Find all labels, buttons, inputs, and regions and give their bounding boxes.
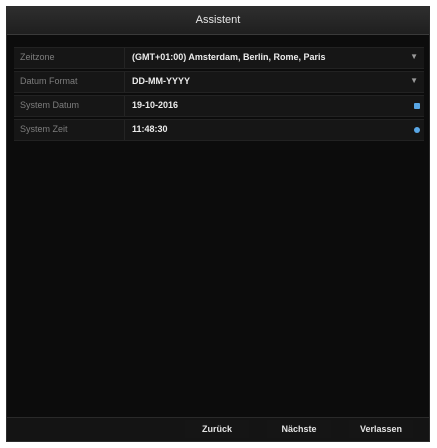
date-format-row[interactable]: Datum Format DD-MM-YYYY ▼ [14,71,424,93]
timezone-select[interactable]: (GMT+01:00) Amsterdam, Berlin, Rome, Par… [132,52,325,62]
timezone-label: Zeitzone [20,52,55,62]
timezone-row[interactable]: Zeitzone (GMT+01:00) Amsterdam, Berlin, … [14,47,424,69]
title-bar: Assistent [7,7,429,35]
system-time-field[interactable]: 11:48:30 [132,124,168,134]
exit-button[interactable]: Verlassen [349,420,413,438]
calendar-icon[interactable] [414,103,420,109]
system-date-row[interactable]: System Datum 19-10-2016 [14,95,424,117]
date-format-label: Datum Format [20,76,78,86]
row-divider [124,120,125,140]
chevron-down-icon[interactable]: ▼ [410,52,418,61]
system-time-label: System Zeit [20,124,68,134]
row-divider [124,48,125,68]
system-time-row[interactable]: System Zeit 11:48:30 [14,119,424,141]
system-date-field[interactable]: 19-10-2016 [132,100,178,110]
next-button[interactable]: Nächste [267,420,331,438]
settings-form: Zeitzone (GMT+01:00) Amsterdam, Berlin, … [14,47,424,143]
window-title: Assistent [195,14,241,26]
row-divider [124,96,125,116]
system-date-label: System Datum [20,100,80,110]
row-divider [124,72,125,92]
chevron-down-icon[interactable]: ▼ [410,76,418,85]
wizard-footer: Zurück Nächste Verlassen [7,417,429,441]
date-format-select[interactable]: DD-MM-YYYY [132,76,190,86]
wizard-window: Assistent Zeitzone (GMT+01:00) Amsterdam… [6,6,430,442]
back-button[interactable]: Zurück [185,420,249,438]
clock-icon[interactable] [414,127,420,133]
